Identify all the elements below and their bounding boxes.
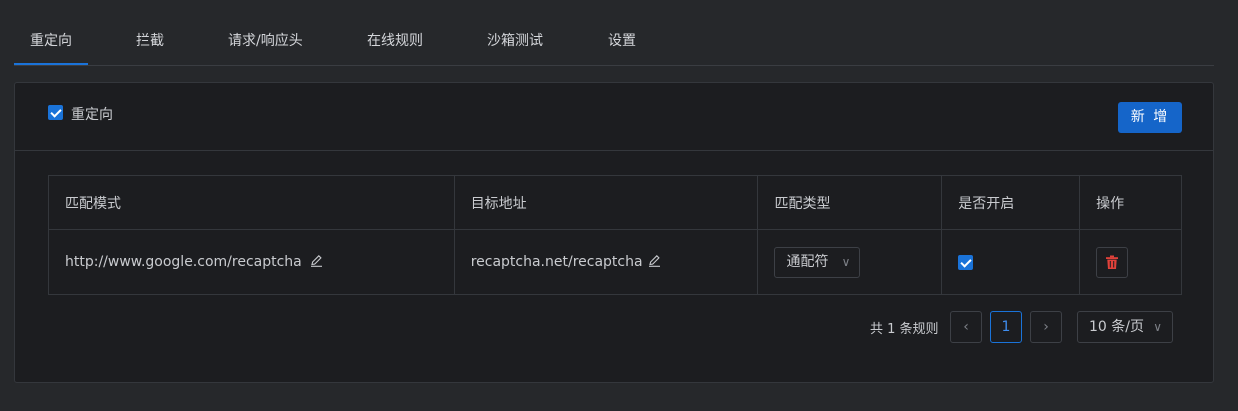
tab-settings[interactable]: 设置: [608, 30, 636, 50]
rules-table: 匹配模式 目标地址 匹配类型 是否开启 操作 http://www.google…: [48, 175, 1182, 295]
chevron-right-icon: ›: [1043, 319, 1049, 335]
column-header-match-type: 匹配类型: [757, 175, 943, 230]
cell-match-type: 通配符 ∨: [757, 229, 943, 295]
pagination-total: 共 1 条规则: [870, 322, 939, 337]
tab-bar: 重定向 拦截 请求/响应头 在线规则 沙箱测试 设置: [14, 0, 1214, 66]
page-size-select[interactable]: 10 条/页 ∨: [1077, 311, 1173, 343]
edit-icon[interactable]: [310, 254, 323, 267]
active-tab-indicator: [14, 63, 88, 65]
pagination-page-1[interactable]: 1: [990, 311, 1022, 343]
tab-online-rules[interactable]: 在线规则: [367, 30, 423, 50]
column-header-target: 目标地址: [453, 175, 759, 230]
checkbox-icon: [958, 254, 974, 270]
match-type-value: 通配符: [786, 253, 829, 270]
chevron-down-icon: ∨: [1153, 320, 1162, 334]
tab-redirect[interactable]: 重定向: [30, 30, 72, 50]
tab-sandbox-test[interactable]: 沙箱测试: [487, 30, 543, 50]
delete-rule-button[interactable]: [1096, 246, 1129, 278]
column-header-pattern: 匹配模式: [48, 175, 455, 230]
cell-enabled: [941, 229, 1081, 295]
redirect-enable-checkbox[interactable]: [48, 105, 63, 120]
page-size-value: 10 条/页: [1089, 319, 1144, 335]
tab-block[interactable]: 拦截: [136, 30, 164, 50]
table-header-row: 匹配模式 目标地址 匹配类型 是否开启 操作: [48, 175, 1182, 230]
table-row: http://www.google.com/recaptcha recaptch…: [48, 229, 1182, 295]
redirect-enable-label: 重定向: [71, 107, 113, 123]
edit-icon[interactable]: [648, 254, 661, 267]
cell-actions: [1079, 229, 1182, 295]
chevron-left-icon: ‹: [963, 319, 969, 335]
cell-target: recaptcha.net/recaptcha: [453, 229, 759, 295]
target-text[interactable]: recaptcha.net/recaptcha: [471, 254, 643, 270]
pattern-text[interactable]: http://www.google.com/recaptcha: [65, 254, 302, 270]
column-header-actions: 操作: [1079, 175, 1182, 230]
add-rule-button[interactable]: 新 增: [1118, 102, 1182, 133]
chevron-down-icon: ∨: [841, 254, 851, 269]
redirect-panel: 重定向 新 增 匹配模式 目标地址 匹配类型 是否开启 操作 http://ww…: [14, 82, 1214, 383]
column-header-enabled: 是否开启: [941, 175, 1081, 230]
cell-pattern: http://www.google.com/recaptcha: [48, 229, 455, 295]
tab-headers[interactable]: 请求/响应头: [228, 30, 303, 50]
pagination-prev-button[interactable]: ‹: [950, 311, 982, 343]
rule-enabled-checkbox[interactable]: [958, 254, 974, 270]
pagination-next-button[interactable]: ›: [1030, 311, 1062, 343]
match-type-select[interactable]: 通配符 ∨: [774, 246, 861, 278]
trash-icon: [1106, 255, 1119, 269]
panel-header: 重定向 新 增: [15, 83, 1213, 151]
